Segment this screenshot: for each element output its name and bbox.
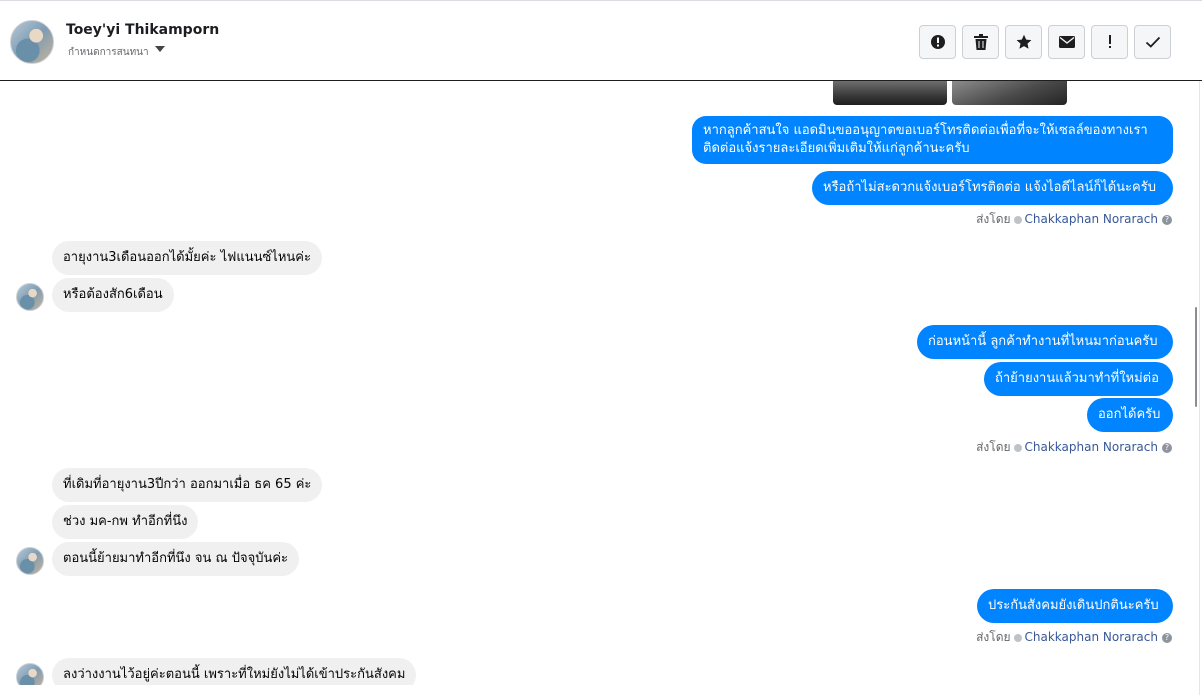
sent-by-prefix: ส่งโดย <box>976 630 1011 644</box>
outgoing-message[interactable]: ออกได้ครับ <box>1087 398 1173 432</box>
incoming-message[interactable]: ลงว่างงานไว้อยู่ค่ะตอนนี้ เพราะที่ใหม่ยั… <box>52 658 417 685</box>
trash-icon <box>973 34 988 50</box>
incoming-message[interactable]: หรือต้องสัก6เดือน <box>52 278 174 312</box>
thread-border <box>1199 81 1200 695</box>
sent-by-prefix: ส่งโดย <box>976 212 1011 226</box>
contact-avatar[interactable] <box>16 547 44 575</box>
incoming-message[interactable]: ตอนนี้ย้ายมาทำอีกที่นึง จน ณ ปัจจุบันค่ะ <box>52 542 300 576</box>
sent-by-label: ส่งโดย Chakkaphan Norarach? <box>976 438 1172 457</box>
chevron-down-icon[interactable] <box>155 46 165 52</box>
envelope-icon <box>1058 36 1075 48</box>
outgoing-message[interactable]: ก่อนหน้านี้ ลูกค้าทำงานที่ไหนมาก่อนครับ <box>917 325 1173 359</box>
scrollbar-thumb[interactable] <box>1195 307 1197 407</box>
agent-name-link[interactable]: Chakkaphan Norarach <box>1025 212 1158 226</box>
agent-name-link[interactable]: Chakkaphan Norarach <box>1025 630 1158 644</box>
help-icon[interactable]: ? <box>1162 632 1172 643</box>
delete-button[interactable] <box>962 25 999 59</box>
star-icon <box>1016 34 1031 49</box>
verified-icon <box>1013 215 1022 224</box>
alert-circle-button[interactable] <box>919 25 956 59</box>
incoming-message[interactable]: ที่เดิมที่อายุงาน3ปีกว่า ออกมาเมื่อ ธค 6… <box>52 468 323 502</box>
help-icon[interactable]: ? <box>1162 442 1172 453</box>
star-button[interactable] <box>1005 25 1042 59</box>
incoming-message[interactable]: ช่วง มค-กพ ทำอีกที่นึง <box>52 505 199 539</box>
contact-avatar[interactable] <box>16 283 44 311</box>
sent-by-label: ส่งโดย Chakkaphan Norarach? <box>976 210 1172 229</box>
exclamation-icon <box>1108 35 1111 48</box>
conversation-header: Toey'yi Thikamporn กำหนดการสนทนา <box>0 0 1202 81</box>
sent-by-label: ส่งโดย Chakkaphan Norarach? <box>976 628 1172 647</box>
mark-done-button[interactable] <box>1134 25 1171 59</box>
checkmark-icon <box>1145 36 1160 48</box>
message-text: หากลูกค้าสนใจ แอดมินขออนุญาตขอเบอร์โทรติ… <box>703 123 1148 138</box>
message-text: ติดต่อแจ้งรายละเอียดเพิ่มเติมให้แก่ลูกค้… <box>703 141 970 156</box>
outgoing-message[interactable]: หากลูกค้าสนใจ แอดมินขออนุญาตขอเบอร์โทรติ… <box>692 116 1173 164</box>
contact-avatar[interactable] <box>10 20 54 64</box>
outgoing-message[interactable]: ประกันสังคมยังเดินปกตินะครับ <box>977 589 1173 623</box>
verified-icon <box>1013 633 1022 642</box>
incoming-message[interactable]: อายุงาน3เดือนออกได้มั้ยค่ะ ไฟแนนซ์ไหนค่ะ <box>52 241 322 275</box>
verified-icon <box>1013 443 1022 452</box>
attached-photo[interactable] <box>952 81 1067 105</box>
outgoing-message[interactable]: หรือถ้าไม่สะดวกแจ้งเบอร์โทรติดต่อ แจ้งไอ… <box>812 171 1173 205</box>
mark-unread-button[interactable] <box>1048 25 1085 59</box>
sent-by-prefix: ส่งโดย <box>976 440 1011 454</box>
message-clip: ลงว่างงานไว้อยู่ค่ะตอนนี้ เพราะที่ใหม่ยั… <box>0 655 1199 685</box>
alert-circle-icon <box>930 35 945 49</box>
attached-photo[interactable] <box>833 81 947 105</box>
agent-name-link[interactable]: Chakkaphan Norarach <box>1025 440 1158 454</box>
follow-up-button[interactable] <box>1091 25 1128 59</box>
conversation-settings-link[interactable]: กำหนดการสนทนา <box>68 45 149 55</box>
contact-name[interactable]: Toey'yi Thikamporn <box>66 22 219 38</box>
outgoing-message[interactable]: ถ้าย้ายงานแล้วมาทำที่ใหม่ต่อ <box>984 362 1173 396</box>
help-icon[interactable]: ? <box>1162 214 1172 225</box>
contact-avatar[interactable] <box>16 663 44 685</box>
